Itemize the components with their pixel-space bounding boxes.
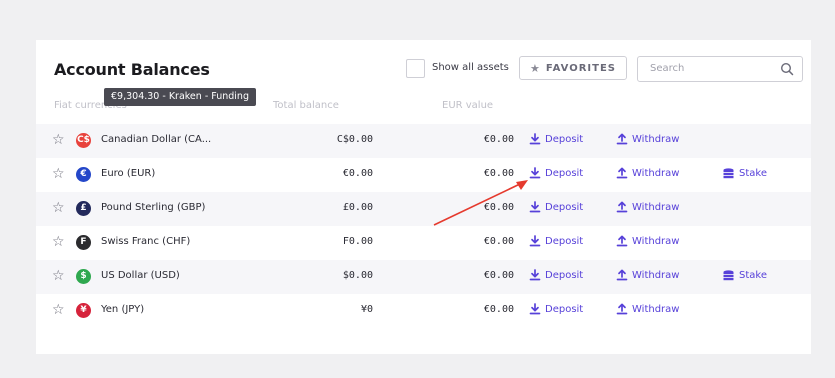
balance-tooltip: €9,304.30 - Kraken - Funding — [104, 88, 256, 106]
total-balance: £0.00 — [342, 202, 373, 213]
withdraw-label: Withdraw — [632, 167, 680, 179]
currency-icon: ¥ — [76, 303, 91, 318]
deposit-link[interactable]: Deposit — [529, 167, 583, 179]
table-row: ☆ C$ Canadian Dollar (CA... C$0.00 €0.00 Depo… — [36, 124, 811, 158]
table-row: ☆ $ US Dollar (USD) $0.00 €0.00 Deposit Withdr… — [36, 260, 811, 294]
withdraw-icon — [616, 235, 628, 247]
currency-icon: F — [76, 235, 91, 250]
withdraw-link[interactable]: Withdraw — [616, 269, 679, 281]
currency-icon: $ — [76, 269, 91, 284]
stake-icon — [722, 269, 735, 281]
deposit-link[interactable]: Deposit — [529, 133, 583, 145]
favorite-star-icon[interactable]: ☆ — [52, 133, 65, 147]
eur-value: €0.00 — [483, 236, 514, 247]
deposit-link[interactable]: Deposit — [529, 235, 583, 247]
stake-label: Stake — [739, 167, 767, 179]
favorites-label: FAVORITES — [545, 62, 616, 74]
currency-name: Canadian Dollar (CA... — [101, 134, 212, 145]
total-balance: $0.00 — [342, 270, 373, 281]
deposit-link[interactable]: Deposit — [529, 269, 583, 281]
deposit-icon — [529, 133, 541, 145]
eur-value: €0.00 — [483, 270, 514, 281]
withdraw-link[interactable]: Withdraw — [616, 167, 679, 179]
total-balance: C$0.00 — [336, 134, 373, 145]
deposit-link[interactable]: Deposit — [529, 201, 583, 213]
withdraw-icon — [616, 269, 628, 281]
deposit-icon — [529, 235, 541, 247]
favorite-star-icon[interactable]: ☆ — [52, 235, 65, 249]
withdraw-icon — [616, 303, 628, 315]
show-all-assets-checkbox[interactable] — [406, 59, 425, 78]
deposit-icon — [529, 269, 541, 281]
deposit-icon — [529, 201, 541, 213]
deposit-label: Deposit — [545, 303, 584, 315]
account-balances-card: Account Balances Show all assets ★ FAVOR… — [36, 40, 811, 354]
deposit-label: Deposit — [545, 269, 584, 281]
currency-name: Pound Sterling (GBP) — [101, 202, 206, 213]
currency-name: Euro (EUR) — [101, 168, 156, 179]
favorite-star-icon[interactable]: ☆ — [52, 201, 65, 215]
table-row: ☆ F Swiss Franc (CHF) F0.00 €0.00 Deposit With… — [36, 226, 811, 260]
show-all-assets-label[interactable]: Show all assets — [432, 62, 509, 73]
star-icon: ★ — [530, 61, 540, 75]
stake-link[interactable]: Stake — [722, 269, 767, 281]
search-input[interactable]: Search — [637, 56, 803, 82]
eur-value: €0.00 — [483, 202, 514, 213]
withdraw-label: Withdraw — [632, 133, 680, 145]
page-title: Account Balances — [54, 60, 210, 79]
eur-value: €0.00 — [483, 168, 514, 179]
withdraw-label: Withdraw — [632, 269, 680, 281]
table-row: ☆ ¥ Yen (JPY) ¥0 €0.00 Deposit Withdraw — [36, 294, 811, 328]
withdraw-link[interactable]: Withdraw — [616, 133, 679, 145]
search-placeholder: Search — [650, 63, 685, 74]
withdraw-icon — [616, 167, 628, 179]
total-balance: €0.00 — [342, 168, 373, 179]
currency-icon: € — [76, 167, 91, 182]
column-header-total-balance[interactable]: Total balance — [273, 100, 339, 111]
total-balance: F0.00 — [342, 236, 373, 247]
stake-icon — [722, 167, 735, 179]
deposit-label: Deposit — [545, 167, 584, 179]
withdraw-link[interactable]: Withdraw — [616, 201, 679, 213]
stake-link[interactable]: Stake — [722, 167, 767, 179]
deposit-icon — [529, 167, 541, 179]
eur-value: €0.00 — [483, 134, 514, 145]
currency-icon: C$ — [76, 133, 91, 148]
withdraw-label: Withdraw — [632, 235, 680, 247]
withdraw-icon — [616, 133, 628, 145]
withdraw-label: Withdraw — [632, 303, 680, 315]
total-balance: ¥0 — [360, 304, 373, 315]
currency-name: Yen (JPY) — [101, 304, 145, 315]
favorite-star-icon[interactable]: ☆ — [52, 167, 65, 181]
withdraw-link[interactable]: Withdraw — [616, 235, 679, 247]
stake-label: Stake — [739, 269, 767, 281]
currency-name: US Dollar (USD) — [101, 270, 180, 281]
currency-name: Swiss Franc (CHF) — [101, 236, 191, 247]
favorite-star-icon[interactable]: ☆ — [52, 303, 65, 317]
favorite-star-icon[interactable]: ☆ — [52, 269, 65, 283]
currency-icon: £ — [76, 201, 91, 216]
deposit-icon — [529, 303, 541, 315]
withdraw-link[interactable]: Withdraw — [616, 303, 679, 315]
deposit-label: Deposit — [545, 235, 584, 247]
favorites-button[interactable]: ★ FAVORITES — [519, 56, 627, 80]
table-row: ☆ £ Pound Sterling (GBP) £0.00 €0.00 Deposit W… — [36, 192, 811, 226]
withdraw-icon — [616, 201, 628, 213]
deposit-label: Deposit — [545, 201, 584, 213]
deposit-label: Deposit — [545, 133, 584, 145]
column-header-eur-value[interactable]: EUR value — [442, 100, 493, 111]
table-row: ☆ € Euro (EUR) €0.00 €0.00 Deposit Withdraw Sta… — [36, 158, 811, 192]
deposit-link[interactable]: Deposit — [529, 303, 583, 315]
eur-value: €0.00 — [483, 304, 514, 315]
search-icon[interactable] — [780, 61, 794, 80]
withdraw-label: Withdraw — [632, 201, 680, 213]
